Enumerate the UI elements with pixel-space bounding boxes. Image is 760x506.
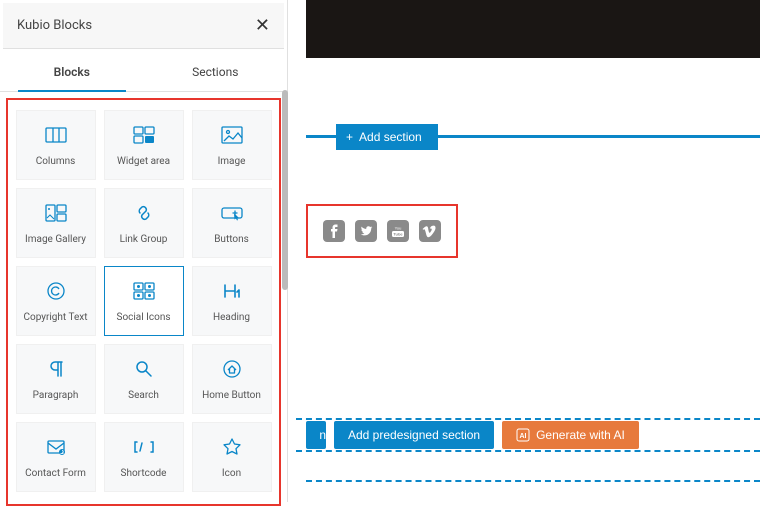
shortcode-icon	[133, 436, 155, 458]
partial-button[interactable]: n	[306, 421, 326, 449]
panel-header: Kubio Blocks ✕	[3, 3, 284, 49]
link-group-icon	[133, 202, 155, 224]
heading-icon	[221, 280, 243, 302]
contact-form-icon	[45, 436, 67, 458]
block-label: Link Group	[120, 234, 168, 245]
block-item-heading[interactable]: Heading	[192, 266, 272, 336]
add-section-button[interactable]: + Add section	[336, 124, 438, 150]
block-label: Buttons	[214, 234, 249, 245]
add-predesigned-button[interactable]: Add predesigned section	[334, 421, 494, 449]
add-section-label: Add section	[359, 130, 422, 144]
canvas: + Add section YouTube n Add predesigned …	[296, 0, 760, 502]
youtube-icon[interactable]: YouTube	[386, 219, 410, 243]
insert-section-bar: n Add predesigned section AI Generate wi…	[296, 418, 760, 452]
block-item-columns[interactable]: Columns	[16, 110, 96, 180]
blocks-list: Columns Widget area Image Image Gallery Link…	[6, 98, 281, 506]
svg-text:AI: AI	[520, 433, 527, 440]
block-item-social-icons[interactable]: Social Icons	[104, 266, 184, 336]
vimeo-icon[interactable]	[418, 219, 442, 243]
block-item-search[interactable]: Search	[104, 344, 184, 414]
block-item-contact-form[interactable]: Contact Form	[16, 422, 96, 492]
tab-blocks[interactable]: Blocks	[0, 52, 144, 91]
plus-icon: +	[346, 130, 353, 144]
block-item-copyright-text[interactable]: Copyright Text	[16, 266, 96, 336]
sidebar-scrollbar[interactable]	[282, 90, 288, 290]
block-label: Social Icons	[117, 312, 171, 323]
generate-ai-button[interactable]: AI Generate with AI	[502, 421, 639, 449]
svg-text:Tube: Tube	[393, 232, 403, 237]
buttons-icon	[221, 202, 243, 224]
paragraph-icon	[45, 358, 67, 380]
block-item-image[interactable]: Image	[192, 110, 272, 180]
search-icon	[133, 358, 155, 380]
block-label: Columns	[36, 156, 76, 167]
generate-ai-label: Generate with AI	[536, 428, 625, 442]
copyright-text-icon	[45, 280, 67, 302]
widget-area-icon	[133, 124, 155, 146]
hero-image	[306, 0, 760, 58]
block-item-paragraph[interactable]: Paragraph	[16, 344, 96, 414]
social-icons-block[interactable]: YouTube	[306, 204, 458, 258]
tabs: Blocks Sections	[0, 52, 287, 92]
block-item-shortcode[interactable]: Shortcode	[104, 422, 184, 492]
ai-icon: AI	[516, 428, 530, 442]
block-item-icon[interactable]: Icon	[192, 422, 272, 492]
block-label: Image Gallery	[25, 234, 86, 245]
block-item-link-group[interactable]: Link Group	[104, 188, 184, 258]
panel-title: Kubio Blocks	[17, 18, 92, 33]
block-item-buttons[interactable]: Buttons	[192, 188, 272, 258]
close-icon: ✕	[255, 15, 270, 35]
block-label: Paragraph	[33, 390, 79, 401]
svg-text:You: You	[395, 226, 402, 231]
home-button-icon	[221, 358, 243, 380]
block-label: Copyright Text	[23, 312, 87, 323]
block-item-widget-area[interactable]: Widget area	[104, 110, 184, 180]
tab-sections[interactable]: Sections	[144, 52, 288, 91]
social-icons-icon	[133, 280, 155, 302]
icon-icon	[221, 436, 243, 458]
block-label: Search	[128, 390, 159, 401]
block-item-image-gallery[interactable]: Image Gallery	[16, 188, 96, 258]
block-label: Shortcode	[121, 468, 167, 479]
block-label: Widget area	[117, 156, 170, 167]
block-label: Icon	[222, 468, 241, 479]
block-label: Contact Form	[25, 468, 86, 479]
image-icon	[221, 124, 243, 146]
block-label: Image	[218, 156, 246, 167]
block-label: Home Button	[202, 390, 261, 401]
image-gallery-icon	[45, 202, 67, 224]
block-label: Heading	[213, 312, 250, 323]
facebook-icon[interactable]	[322, 219, 346, 243]
sidebar: Kubio Blocks ✕ Blocks Sections Columns Wi…	[0, 0, 288, 502]
block-item-home-button[interactable]: Home Button	[192, 344, 272, 414]
columns-icon	[45, 124, 67, 146]
twitter-icon[interactable]	[354, 219, 378, 243]
bottom-divider	[306, 480, 760, 482]
close-button[interactable]: ✕	[255, 15, 270, 36]
